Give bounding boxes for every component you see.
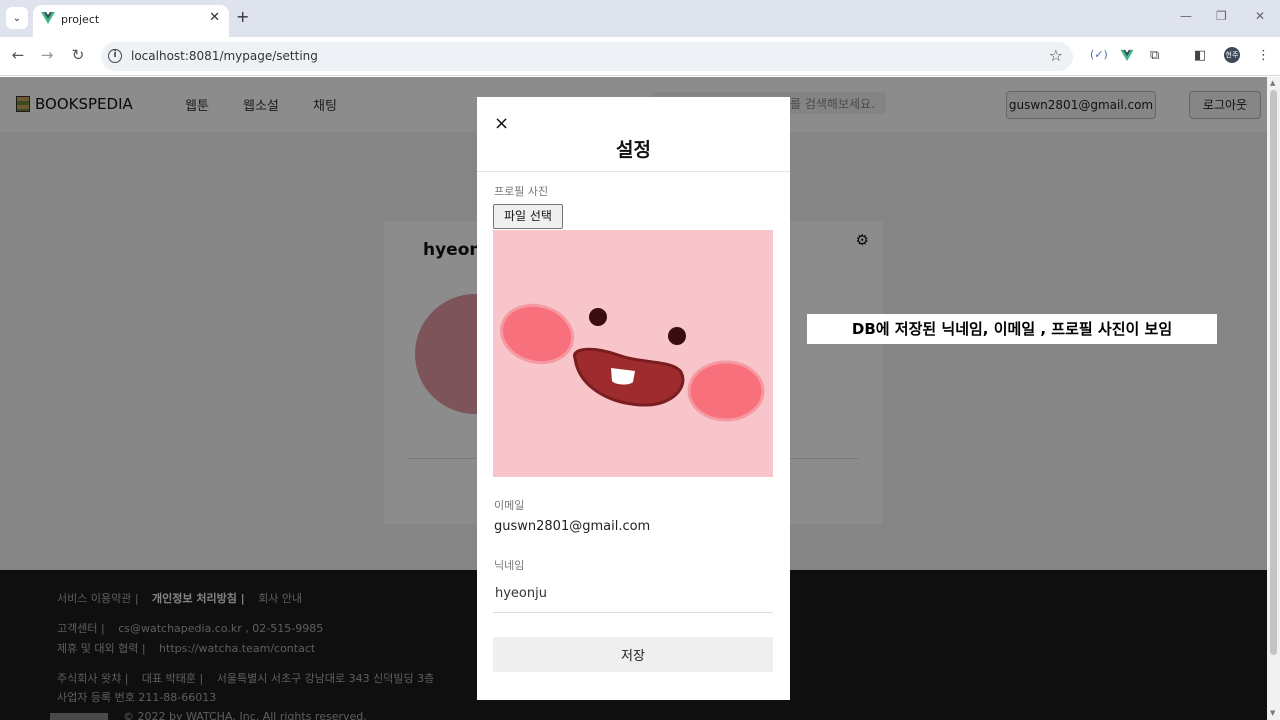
minimize-icon[interactable]: —: [1180, 9, 1192, 23]
back-arrow-icon[interactable]: ←: [8, 46, 28, 64]
scroll-down-icon[interactable]: ▼: [1270, 709, 1275, 717]
scroll-up-icon[interactable]: ▲: [1270, 79, 1275, 87]
modal-divider: [477, 171, 790, 172]
tab-close-icon[interactable]: ✕: [209, 10, 220, 25]
file-select-button[interactable]: 파일 선택: [493, 204, 563, 229]
tab-title: project: [61, 13, 100, 26]
picture-label: 프로필 사진: [494, 185, 549, 198]
extension-icon[interactable]: (✓): [1090, 48, 1108, 61]
restore-icon[interactable]: ❐: [1216, 9, 1227, 23]
browser-tab[interactable]: project ✕: [33, 5, 229, 37]
reload-icon[interactable]: ↻: [68, 46, 88, 64]
nickname-input[interactable]: [493, 575, 773, 613]
profile-avatar[interactable]: 현주: [1224, 47, 1240, 63]
window-close-icon[interactable]: ✕: [1255, 9, 1265, 23]
side-panel-icon[interactable]: ◧: [1194, 48, 1206, 63]
bookmark-star-icon[interactable]: ☆: [1049, 46, 1063, 65]
profile-picture-preview: [493, 230, 773, 477]
url-text[interactable]: localhost:8081/mypage/setting: [131, 49, 318, 63]
browser-toolbar: ← → ↻ i localhost:8081/mypage/setting ☆ …: [0, 37, 1280, 76]
close-icon[interactable]: ×: [494, 113, 509, 134]
puzzle-extensions-icon[interactable]: ⧉: [1150, 48, 1159, 63]
page-scrollbar[interactable]: ▲ ▼: [1267, 77, 1280, 720]
email-label: 이메일: [494, 499, 525, 512]
forward-arrow-icon[interactable]: →: [37, 46, 57, 64]
web-page: BOOKSPEDIA 웹툰 웹소설 채팅 를 검색해보세요. guswn2801…: [0, 77, 1267, 720]
menu-kebab-icon[interactable]: ⋮: [1257, 48, 1270, 63]
settings-modal: × 설정 프로필 사진 파일 선택 이메일 guswn2801@gmail.co…: [477, 97, 790, 700]
nickname-label: 닉네임: [494, 559, 525, 572]
save-button[interactable]: 저장: [493, 637, 773, 672]
site-info-icon[interactable]: i: [108, 49, 122, 63]
modal-title: 설정: [616, 139, 651, 161]
vue-devtools-icon[interactable]: [1120, 49, 1134, 62]
tab-search-button[interactable]: ⌄: [6, 7, 28, 29]
scroll-thumb[interactable]: [1270, 90, 1277, 655]
browser-tab-bar: ⌄ project ✕ + — ❐ ✕: [0, 0, 1280, 37]
email-value: guswn2801@gmail.com: [494, 519, 651, 534]
annotation-callout: DB에 저장된 닉네임, 이메일 , 프로필 사진이 보임: [807, 314, 1217, 344]
address-bar[interactable]: i localhost:8081/mypage/setting ☆: [101, 42, 1073, 71]
vue-favicon-icon: [41, 12, 55, 24]
new-tab-button[interactable]: +: [236, 7, 249, 26]
